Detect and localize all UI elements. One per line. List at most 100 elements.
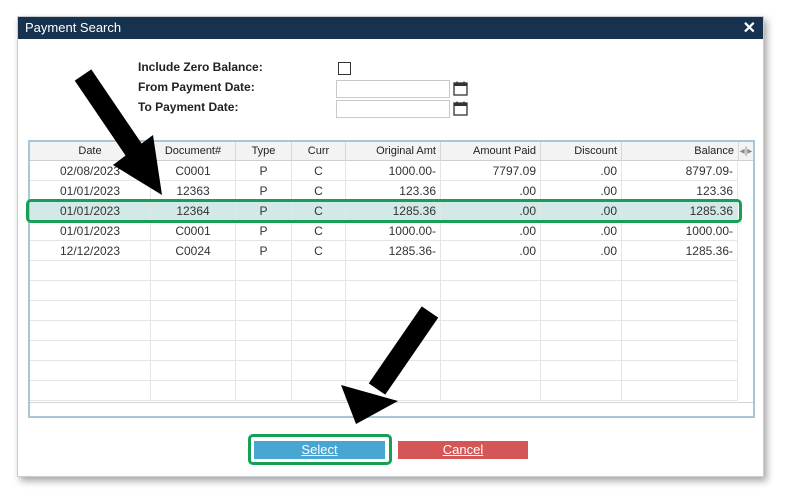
cell-curr <box>292 381 346 401</box>
column-resize-icon[interactable]: ◂|▸ <box>739 142 753 161</box>
cell-date <box>30 361 151 381</box>
cell-curr <box>292 341 346 361</box>
payment-grid: Date Document# Type Curr Original Amt Am… <box>28 140 755 418</box>
column-header-discount[interactable]: Discount <box>541 142 622 161</box>
calendar-icon[interactable] <box>453 81 468 96</box>
cell-original-amt: 1000.00- <box>346 161 441 181</box>
cell-discount <box>541 301 622 321</box>
cell-original-amt <box>346 361 441 381</box>
cell-discount: .00 <box>541 221 622 241</box>
table-row[interactable]: 12/12/2023 C0024 P C 1285.36- .00.00 1285.36- <box>30 241 738 261</box>
cell-discount <box>541 261 622 281</box>
select-button[interactable]: Select <box>254 441 385 459</box>
cell-amount-paid: .00 <box>441 241 541 261</box>
cell-curr <box>292 361 346 381</box>
cell-curr: C <box>292 241 346 261</box>
table-row[interactable]: 01/01/2023 C0001 P C 1000.00- .00.00 1000.00- <box>30 221 738 241</box>
cell-amount-paid <box>441 341 541 361</box>
cell-curr <box>292 301 346 321</box>
cell-amount-paid <box>441 301 541 321</box>
cell-date <box>30 381 151 401</box>
cell-balance <box>622 261 738 281</box>
cell-document: C0001 <box>151 221 236 241</box>
cell-document <box>151 361 236 381</box>
cell-document: C0001 <box>151 161 236 181</box>
cell-amount-paid <box>441 281 541 301</box>
cell-type: P <box>236 241 292 261</box>
horizontal-scrollbar[interactable] <box>30 402 753 416</box>
cell-type <box>236 281 292 301</box>
cell-date: 01/01/2023 <box>30 181 151 201</box>
cell-amount-paid <box>441 361 541 381</box>
cell-amount-paid <box>441 321 541 341</box>
cancel-button[interactable]: Cancel <box>398 441 528 459</box>
cell-document <box>151 261 236 281</box>
cell-type: P <box>236 161 292 181</box>
empty-table-row <box>30 301 738 321</box>
include-zero-balance-checkbox[interactable] <box>338 62 351 75</box>
cell-balance: 123.36 <box>622 181 738 201</box>
cell-original-amt: 1285.36- <box>346 241 441 261</box>
cell-date: 12/12/2023 <box>30 241 151 261</box>
column-header-document[interactable]: Document# <box>151 142 236 161</box>
cell-balance <box>622 281 738 301</box>
cell-discount <box>541 321 622 341</box>
cell-document: 12364 <box>151 201 236 221</box>
to-payment-date-input[interactable] <box>336 100 450 118</box>
from-payment-date-input[interactable] <box>336 80 450 98</box>
empty-table-row <box>30 321 738 341</box>
cell-original-amt <box>346 341 441 361</box>
cell-curr: C <box>292 181 346 201</box>
to-payment-date-label: To Payment Date: <box>138 100 239 114</box>
table-row[interactable]: 01/01/2023 12364 P C 1285.36.00.00 1285.36 <box>30 201 738 221</box>
table-row[interactable]: 02/08/2023 C0001 P C 1000.00- 7797.09.00 8797.… <box>30 161 738 181</box>
cell-date <box>30 281 151 301</box>
cell-document <box>151 281 236 301</box>
cell-balance: 8797.09- <box>622 161 738 181</box>
column-header-original-amt[interactable]: Original Amt <box>346 142 441 161</box>
column-header-balance[interactable]: Balance <box>622 142 739 161</box>
cell-original-amt <box>346 261 441 281</box>
cell-document <box>151 381 236 401</box>
cell-date <box>30 321 151 341</box>
cell-document <box>151 321 236 341</box>
cell-amount-paid <box>441 261 541 281</box>
cell-balance: 1285.36 <box>622 201 738 221</box>
cell-discount: .00 <box>541 161 622 181</box>
cell-balance <box>622 321 738 341</box>
cell-discount <box>541 361 622 381</box>
cell-type <box>236 301 292 321</box>
cell-balance: 1000.00- <box>622 221 738 241</box>
cell-amount-paid <box>441 381 541 401</box>
table-row[interactable]: 01/01/2023 12363 P C 123.36.00.00 123.36 <box>30 181 738 201</box>
include-zero-balance-label: Include Zero Balance: <box>138 60 263 74</box>
cell-date <box>30 261 151 281</box>
cell-original-amt <box>346 301 441 321</box>
cell-curr <box>292 321 346 341</box>
cell-curr <box>292 261 346 281</box>
cell-balance <box>622 341 738 361</box>
calendar-icon[interactable] <box>453 101 468 116</box>
cell-date: 01/01/2023 <box>30 201 151 221</box>
column-header-amount-paid[interactable]: Amount Paid <box>441 142 541 161</box>
close-icon[interactable]: ✕ <box>743 18 756 38</box>
cell-type: P <box>236 221 292 241</box>
grid-header: Date Document# Type Curr Original Amt Am… <box>30 142 753 161</box>
cell-date <box>30 341 151 361</box>
cell-document <box>151 301 236 321</box>
cell-type <box>236 341 292 361</box>
cell-document: 12363 <box>151 181 236 201</box>
dialog-titlebar: Payment Search ✕ <box>18 17 763 39</box>
column-header-type[interactable]: Type <box>236 142 292 161</box>
cell-discount <box>541 381 622 401</box>
cell-amount-paid: .00 <box>441 181 541 201</box>
cell-balance <box>622 301 738 321</box>
cell-discount: .00 <box>541 201 622 221</box>
cell-amount-paid: .00 <box>441 201 541 221</box>
cell-document <box>151 341 236 361</box>
column-header-date[interactable]: Date <box>30 142 151 161</box>
column-header-curr[interactable]: Curr <box>292 142 346 161</box>
cell-discount: .00 <box>541 241 622 261</box>
cell-date <box>30 301 151 321</box>
cell-balance <box>622 381 738 401</box>
